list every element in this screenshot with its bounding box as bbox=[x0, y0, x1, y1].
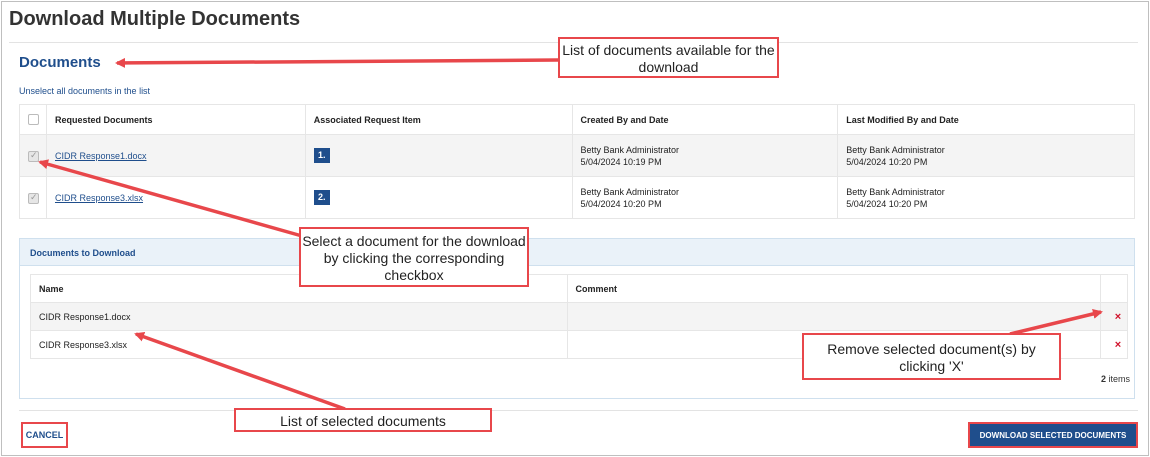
callout-list-available: List of documents available for the down… bbox=[558, 37, 779, 78]
selected-document-name: CIDR Response1.docx bbox=[30, 302, 568, 331]
remove-x-icon[interactable]: × bbox=[1100, 330, 1128, 359]
request-item-badge[interactable]: 2. bbox=[313, 190, 330, 205]
table-row: CIDR Response1.docx × bbox=[30, 302, 1128, 331]
document-checkbox[interactable] bbox=[28, 191, 39, 204]
selected-document-name: CIDR Response3.xlsx bbox=[30, 330, 568, 359]
download-selected-button[interactable]: DOWNLOAD SELECTED DOCUMENTS bbox=[968, 422, 1138, 448]
unselect-all-link[interactable]: Unselect all documents in the list bbox=[19, 86, 150, 96]
column-header-created-by: Created By and Date bbox=[572, 104, 839, 135]
table-row: CIDR Response3.xlsx 2. Betty Bank Admini… bbox=[19, 176, 1135, 219]
column-header-last-modified: Last Modified By and Date bbox=[837, 104, 1135, 135]
callout-select-document: Select a document for the download by cl… bbox=[299, 227, 529, 287]
documents-table-header: Requested Documents Associated Request I… bbox=[19, 104, 1135, 135]
document-link[interactable]: CIDR Response3.xlsx bbox=[55, 193, 143, 203]
footer-divider bbox=[19, 410, 1138, 411]
select-all-checkbox[interactable] bbox=[28, 114, 39, 126]
document-checkbox[interactable] bbox=[28, 149, 39, 162]
request-item-badge[interactable]: 1. bbox=[313, 148, 330, 163]
remove-x-icon[interactable]: × bbox=[1100, 302, 1128, 331]
created-date: 5/04/2024 10:19 PM bbox=[580, 156, 662, 167]
table-row: CIDR Response1.docx 1. Betty Bank Admini… bbox=[19, 134, 1135, 177]
modified-date: 5/04/2024 10:20 PM bbox=[846, 156, 928, 167]
callout-list-selected: List of selected documents bbox=[234, 408, 492, 432]
selected-table-header: Name Comment bbox=[30, 274, 1128, 303]
modified-date: 5/04/2024 10:20 PM bbox=[846, 198, 928, 209]
created-date: 5/04/2024 10:20 PM bbox=[580, 198, 662, 209]
cancel-button[interactable]: CANCEL bbox=[21, 422, 68, 448]
modified-by: Betty Bank Administrator bbox=[846, 144, 945, 155]
comment-cell[interactable] bbox=[567, 302, 1102, 331]
page-title: Download Multiple Documents bbox=[9, 8, 301, 30]
document-link[interactable]: CIDR Response1.docx bbox=[55, 151, 147, 161]
column-header-associated-request-item: Associated Request Item bbox=[305, 104, 573, 135]
documents-section-title: Documents bbox=[19, 54, 101, 71]
column-header-requested-documents: Requested Documents bbox=[46, 104, 306, 135]
documents-table: Requested Documents Associated Request I… bbox=[19, 104, 1135, 219]
panel-title: Documents to Download bbox=[20, 239, 1134, 266]
modified-by: Betty Bank Administrator bbox=[846, 186, 945, 197]
created-by: Betty Bank Administrator bbox=[580, 186, 680, 197]
created-by: Betty Bank Administrator bbox=[580, 144, 680, 155]
items-count: 2 items bbox=[1100, 374, 1130, 384]
callout-remove-selected: Remove selected document(s) by clicking … bbox=[802, 333, 1061, 380]
column-header-comment: Comment bbox=[567, 274, 1102, 303]
